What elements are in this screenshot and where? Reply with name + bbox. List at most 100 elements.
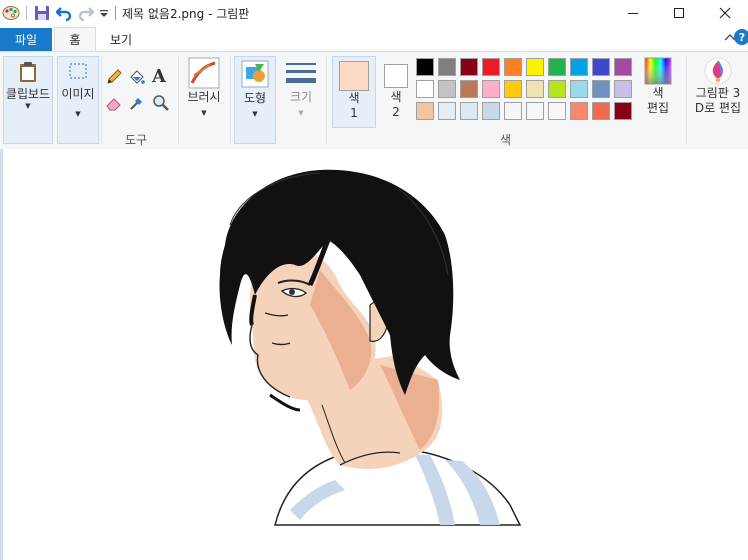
ribbon-separator [326,56,327,144]
color-picker-icon[interactable] [128,94,148,114]
canvas-border [0,149,3,560]
quick-access-toolbar: 제목 없음2.png - 그림판 [0,0,249,26]
color-swatch[interactable] [526,102,544,120]
window-title: 제목 없음2.png - 그림판 [122,6,250,21]
ribbon: 클립보드 ▼ 이미지 ▼ A 도구 브러시 ▼ 도형 ▼ 크기 ▼ 색 1 색 … [0,51,748,150]
color-swatch[interactable] [504,80,522,98]
color-swatch[interactable] [592,80,610,98]
redo-icon[interactable] [75,2,97,24]
paint3d-button[interactable]: 그림판 3 D로 편집 [690,56,746,144]
color-swatch[interactable] [592,102,610,120]
color-swatch[interactable] [482,58,500,76]
color-swatch[interactable] [416,80,434,98]
color-swatch[interactable] [438,80,456,98]
line-width-icon [284,56,318,90]
select-icon [63,57,93,87]
tab-view[interactable]: 보기 [96,28,146,51]
clipboard-icon [13,57,43,87]
paint3d-icon [703,56,733,86]
brushes-label: 브러시 [187,90,221,104]
color-swatch[interactable] [570,58,588,76]
size-label: 크기 [289,90,313,104]
undo-icon[interactable] [53,2,75,24]
color-swatch[interactable] [570,102,588,120]
color-swatch[interactable] [526,58,544,76]
color2-button[interactable]: 색 2 [378,56,414,128]
color2-swatch [384,64,408,88]
maximize-icon[interactable] [656,0,702,26]
color-swatch[interactable] [614,80,632,98]
window-controls [610,0,748,26]
brushes-button[interactable]: 브러시 ▼ [182,56,226,144]
color-swatch[interactable] [548,58,566,76]
color1-button[interactable]: 색 1 [332,56,376,128]
color-swatch[interactable] [570,80,588,98]
text-icon[interactable]: A [152,66,172,88]
paint3d-label-1: 그림판 3 [695,86,741,100]
eraser-icon[interactable] [105,94,125,114]
shapes-button[interactable]: 도형 ▼ [234,56,276,144]
image-label: 이미지 [61,87,95,101]
shapes-label: 도형 [243,91,267,105]
color-swatch[interactable] [592,58,610,76]
floppy-disk-icon[interactable] [31,2,53,24]
rainbow-icon [643,56,673,86]
color-swatch[interactable] [460,102,478,120]
help-icon[interactable]: ? [734,29,748,45]
color-swatch[interactable] [614,102,632,120]
clipboard-label: 클립보드 [5,87,51,101]
ribbon-separator [686,56,687,144]
paint-palette-icon[interactable] [0,2,22,24]
color1-label-2: 1 [350,106,358,120]
color-swatch[interactable] [548,80,566,98]
close-icon[interactable] [702,0,748,26]
tab-file[interactable]: 파일 [0,28,52,51]
color-swatch[interactable] [614,58,632,76]
canvas-artwork [219,169,522,526]
color-swatch[interactable] [460,80,478,98]
fill-bucket-icon[interactable] [128,68,148,88]
clipboard-button[interactable]: 클립보드 ▼ [3,56,53,144]
size-button[interactable]: 크기 ▼ [280,56,322,144]
colors-group-label: 색 [500,133,512,147]
color-swatch[interactable] [482,80,500,98]
chevron-down-icon: ▼ [75,110,81,118]
color2-label-2: 2 [392,105,400,119]
color-swatch[interactable] [416,102,434,120]
dropdown-icon[interactable] [97,2,111,24]
ribbon-separator [101,56,102,144]
shapes-icon [238,57,272,91]
image-button[interactable]: 이미지 ▼ [57,56,99,144]
edit-colors-label-2: 편집 [646,101,670,115]
minimize-icon[interactable] [610,0,656,26]
color-palette [416,58,638,124]
pencil-icon[interactable] [105,68,125,88]
color-swatch[interactable] [504,102,522,120]
chevron-down-icon: ▼ [298,109,304,117]
magnifier-icon[interactable] [152,94,172,114]
color-swatch[interactable] [460,58,478,76]
qa-separator [26,6,27,20]
ribbon-tabs: 파일 홈 보기 ? [0,27,748,51]
edit-colors-button[interactable]: 색 편집 [640,56,676,128]
chevron-down-icon: ▼ [201,109,207,117]
title-bar: 제목 없음2.png - 그림판 [0,0,748,26]
ribbon-separator [178,56,179,144]
color-swatch[interactable] [416,58,434,76]
color-swatch[interactable] [526,80,544,98]
chevron-down-icon: ▼ [25,102,31,110]
edit-colors-label-1: 색 [652,86,664,100]
color-swatch[interactable] [438,58,456,76]
color-swatch[interactable] [548,102,566,120]
ribbon-separator [230,56,231,144]
tools-group-label: 도구 [125,133,148,147]
color-swatch[interactable] [482,102,500,120]
paint3d-label-2: D로 편집 [694,101,742,115]
color1-swatch [339,61,369,91]
color-swatch[interactable] [438,102,456,120]
tab-home[interactable]: 홈 [54,27,96,51]
brush-icon [187,56,221,90]
color2-label-1: 색 [390,90,402,104]
color-swatch[interactable] [504,58,522,76]
chevron-down-icon: ▼ [252,110,258,118]
